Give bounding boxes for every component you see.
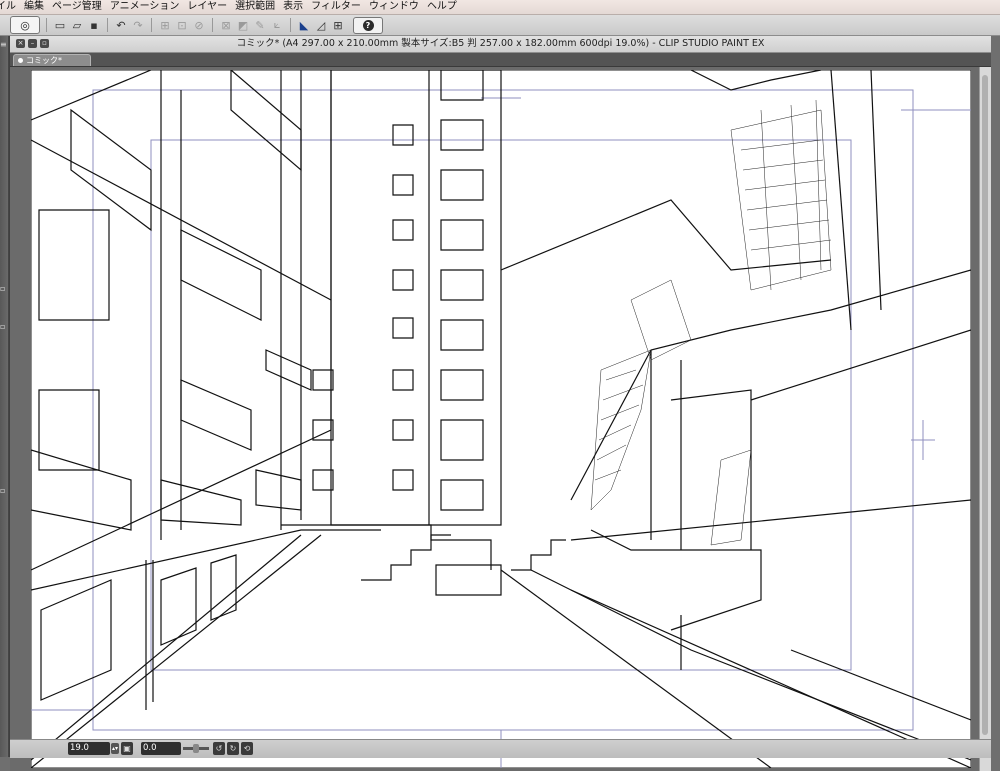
tab-modified-icon [18,58,23,63]
clip-studio-logo-icon[interactable]: ◎ [10,16,40,34]
window-close-icon[interactable]: × [16,39,25,48]
rotation-value: 0.0 [143,743,157,753]
help-button[interactable]: ? [353,16,383,34]
document-window: × – ▫ コミック* (A4 297.00 x 210.00mm 製本サイズ:… [9,36,991,771]
menu-help[interactable]: ヘルプ [427,0,465,14]
transform-icon[interactable]: ⊡ [175,18,189,32]
open-file-icon[interactable]: ▱ [70,18,84,32]
invert-selection-icon[interactable]: ◩ [236,18,250,32]
dock-grip-icon[interactable]: ≡ [0,40,8,50]
deselect-icon[interactable]: ⊠ [219,18,233,32]
dock-tool-icon[interactable]: ▫ [0,486,8,496]
toolbar-divider [290,18,291,32]
window-controls: × – ▫ [16,39,49,48]
window-maximize-icon[interactable]: ▫ [40,39,49,48]
scrollbar-thumb[interactable] [982,75,988,735]
crop-icon[interactable]: ✎ [253,18,267,32]
canvas-area[interactable] [10,67,991,771]
document-tab-strip: コミック* [10,53,991,67]
menu-page-management[interactable]: ページ管理 [52,0,110,14]
menu-window[interactable]: ウィンドウ [369,0,427,14]
menu-edit[interactable]: 編集 [24,0,52,14]
vertical-scrollbar[interactable] [979,67,991,771]
zoom-field[interactable]: 19.0 [68,742,110,755]
expand-selection-icon[interactable]: ⟀ [270,18,284,32]
menu-selection[interactable]: 選択範囲 [235,0,283,14]
menu-layer[interactable]: レイヤー [187,0,235,14]
rotate-left-icon[interactable]: ↺ [213,742,225,755]
snap-grid-icon[interactable]: ⊞ [331,18,345,32]
rotation-slider[interactable] [183,744,209,753]
zoom-stepper[interactable]: ▴▾ [111,743,119,754]
rotate-right-icon[interactable]: ↻ [227,742,239,755]
undo-icon[interactable]: ↶ [114,18,128,32]
menu-view[interactable]: 表示 [283,0,311,14]
menu-animation[interactable]: アニメーション [110,0,188,14]
window-title: コミック* (A4 297.00 x 210.00mm 製本サイズ:B5 判 2… [236,38,765,49]
menu-bar: イル 編集 ページ管理 アニメーション レイヤー 選択範囲 表示 フィルター ウ… [0,0,1000,15]
dock-tool-icon[interactable]: ▫ [0,322,8,332]
zoom-value: 19.0 [70,743,89,753]
tab-comic[interactable]: コミック* [13,54,91,66]
snap-special-ruler-icon[interactable]: ◿ [314,18,328,32]
redo-icon[interactable]: ↷ [131,18,145,32]
window-titlebar: × – ▫ コミック* (A4 297.00 x 210.00mm 製本サイズ:… [10,36,991,53]
command-bar: ◎ ▭ ▱ ▪ ↶ ↷ ⊞ ⊡ ⊘ ⊠ ◩ ✎ ⟀ ◣ ◿ ⊞ ? [0,15,1000,36]
help-icon: ? [362,19,374,31]
fill-icon[interactable]: ⊘ [192,18,206,32]
rotation-field[interactable]: 0.0 [141,742,181,755]
clear-icon[interactable]: ⊞ [158,18,172,32]
toolbar-divider [46,18,47,32]
window-minimize-icon[interactable]: – [28,39,37,48]
toolbar-divider [107,18,108,32]
manga-page-illustration[interactable] [31,70,971,768]
toolbar-divider [212,18,213,32]
menu-filter[interactable]: フィルター [311,0,369,14]
snap-ruler-icon[interactable]: ◣ [297,18,311,32]
new-file-icon[interactable]: ▭ [53,18,67,32]
rotation-slider-knob[interactable] [193,744,199,753]
status-bar: 19.0 ▴▾ ▣ 0.0 ↺ ↻ ⟲ [10,739,991,758]
fit-icon[interactable]: ▣ [121,742,133,755]
dock-tool-icon[interactable]: ▫ [0,284,8,294]
toolbar-divider [151,18,152,32]
left-dock-strip: ≡ ▫ ▫ ▫ [0,36,9,757]
save-icon[interactable]: ▪ [87,18,101,32]
reset-rotation-icon[interactable]: ⟲ [241,742,253,755]
menu-file-partial[interactable]: イル [0,0,24,14]
tab-label: コミック* [26,56,62,65]
